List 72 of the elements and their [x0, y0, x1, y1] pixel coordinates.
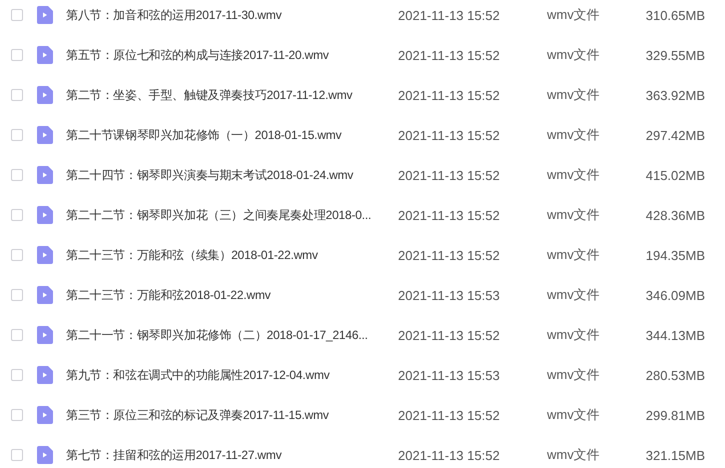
video-file-icon	[37, 46, 53, 64]
row-checkbox[interactable]	[11, 129, 23, 141]
row-checkbox[interactable]	[11, 249, 23, 261]
video-file-icon	[37, 366, 53, 384]
file-name[interactable]: 第二十四节：钢琴即兴演奏与期末考试2018-01-24.wmv	[66, 166, 398, 184]
row-checkbox[interactable]	[11, 329, 23, 341]
file-type: wmv文件	[547, 126, 601, 144]
row-checkbox[interactable]	[11, 169, 23, 181]
file-size: 280.53MB	[644, 368, 705, 382]
video-file-icon	[37, 6, 53, 24]
row-checkbox[interactable]	[11, 369, 23, 381]
file-name[interactable]: 第二十一节：钢琴即兴加花修饰（二）2018-01-17_2146...	[66, 326, 398, 344]
row-checkbox[interactable]	[11, 89, 23, 101]
file-name[interactable]: 第八节：加音和弦的运用2017-11-30.wmv	[66, 6, 398, 24]
video-file-icon	[37, 206, 53, 224]
modified-date: 2021-11-13 15:53	[398, 288, 501, 302]
video-file-icon	[37, 326, 53, 344]
file-type: wmv文件	[547, 286, 601, 304]
file-type: wmv文件	[547, 166, 601, 184]
modified-date: 2021-11-13 15:53	[398, 368, 501, 382]
file-type: wmv文件	[547, 446, 601, 464]
video-file-icon	[37, 126, 53, 144]
modified-date: 2021-11-13 15:52	[398, 328, 501, 342]
file-size: 344.13MB	[644, 328, 705, 342]
modified-date: 2021-11-13 15:52	[398, 208, 501, 222]
file-type: wmv文件	[547, 326, 601, 344]
row-checkbox[interactable]	[11, 209, 23, 221]
file-type: wmv文件	[547, 366, 601, 384]
modified-date: 2021-11-13 15:52	[398, 448, 501, 462]
file-size: 415.02MB	[644, 168, 705, 182]
file-size: 428.36MB	[644, 208, 705, 222]
modified-date: 2021-11-13 15:52	[398, 128, 501, 142]
file-name[interactable]: 第五节：原位七和弦的构成与连接2017-11-20.wmv	[66, 46, 398, 64]
file-type: wmv文件	[547, 246, 601, 264]
file-size: 363.92MB	[644, 88, 705, 102]
modified-date: 2021-11-13 15:52	[398, 248, 501, 262]
row-checkbox[interactable]	[11, 49, 23, 61]
video-file-icon	[37, 406, 53, 424]
file-name[interactable]: 第二节：坐姿、手型、触键及弹奏技巧2017-11-12.wmv	[66, 86, 398, 104]
file-name[interactable]: 第二十二节：钢琴即兴加花（三）之间奏尾奏处理2018-0...	[66, 206, 398, 224]
row-checkbox[interactable]	[11, 449, 23, 461]
file-name[interactable]: 第二十三节：万能和弦（续集）2018-01-22.wmv	[66, 246, 398, 264]
file-name[interactable]: 第二十节课钢琴即兴加花修饰（一）2018-01-15.wmv	[66, 126, 398, 144]
file-size: 321.15MB	[644, 448, 705, 462]
file-size: 299.81MB	[644, 408, 705, 422]
modified-date: 2021-11-13 15:52	[398, 408, 501, 422]
file-name[interactable]: 第三节：原位三和弦的标记及弹奏2017-11-15.wmv	[66, 406, 398, 424]
file-type: wmv文件	[547, 46, 601, 64]
video-file-icon	[37, 446, 53, 464]
file-size: 194.35MB	[644, 248, 705, 262]
file-size: 310.65MB	[644, 8, 705, 22]
row-checkbox[interactable]	[11, 409, 23, 421]
file-name[interactable]: 第七节：挂留和弦的运用2017-11-27.wmv	[66, 446, 398, 464]
video-file-icon	[37, 246, 53, 264]
file-type: wmv文件	[547, 406, 601, 424]
file-name[interactable]: 第二十三节：万能和弦2018-01-22.wmv	[66, 286, 398, 304]
video-file-icon	[37, 86, 53, 104]
file-size: 329.55MB	[644, 48, 705, 62]
row-checkbox[interactable]	[11, 289, 23, 301]
file-type: wmv文件	[547, 86, 601, 104]
file-name[interactable]: 第九节：和弦在调式中的功能属性2017-12-04.wmv	[66, 366, 398, 384]
file-size: 297.42MB	[644, 128, 705, 142]
file-type: wmv文件	[547, 206, 601, 224]
video-file-icon	[37, 166, 53, 184]
file-size: 346.09MB	[644, 288, 705, 302]
modified-date: 2021-11-13 15:52	[398, 8, 501, 22]
video-file-icon	[37, 286, 53, 304]
modified-date: 2021-11-13 15:52	[398, 168, 501, 182]
row-checkbox[interactable]	[11, 9, 23, 21]
modified-date: 2021-11-13 15:52	[398, 88, 501, 102]
file-type: wmv文件	[547, 6, 601, 24]
modified-date: 2021-11-13 15:52	[398, 48, 501, 62]
